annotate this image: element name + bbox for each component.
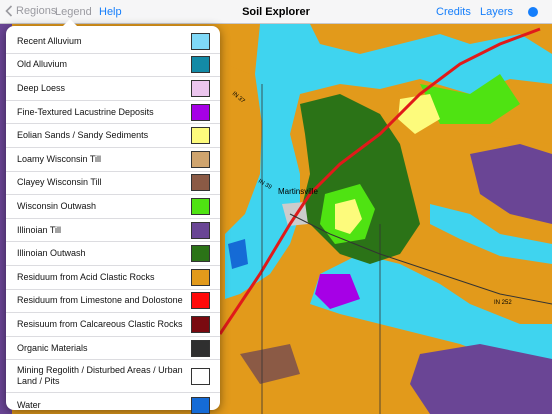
legend-item[interactable]: Illinoian Till [6, 219, 220, 243]
regions-label: Regions [16, 5, 57, 17]
legend-item-label: Water [17, 399, 41, 410]
legend-item-label: Deep Loess [17, 82, 66, 93]
layers-button[interactable]: Layers [480, 6, 513, 18]
legend-item-label: Old Alluvium [17, 59, 68, 70]
legend-item[interactable]: Loamy Wisconsin Till [6, 148, 220, 172]
help-button[interactable]: Help [99, 6, 122, 18]
legend-item-label: Mining Regolith / Disturbed Areas / Urba… [17, 365, 183, 387]
map-place-label: Martinsville [278, 187, 319, 196]
legend-item-label: Illinoian Till [17, 224, 62, 235]
legend-color-swatch [191, 127, 210, 145]
map-road-label: IN 252 [494, 300, 512, 306]
legend-item-label: Eolian Sands / Sandy Sediments [17, 130, 149, 141]
legend-color-swatch [191, 268, 210, 286]
legend-item-label: Residuum from Acid Clastic Rocks [17, 271, 155, 282]
credits-button[interactable]: Credits [436, 6, 471, 18]
legend-item-label: Recent Alluvium [17, 35, 82, 46]
legend-popover: Recent Alluvium Old Alluvium Deep Loess Fin… [6, 19, 220, 414]
legend-color-swatch [191, 245, 210, 263]
legend-button[interactable]: Legend [55, 6, 92, 18]
legend-color-swatch [191, 339, 210, 357]
legend-color-swatch [191, 367, 210, 385]
legend-item[interactable]: Residuum from Limestone and Dolostone [6, 290, 220, 314]
legend-item-label: Illinoian Outwash [17, 248, 86, 259]
legend-item-label: Organic Materials [17, 342, 88, 353]
legend-item[interactable]: Resisuum from Calcareous Clastic Rocks [6, 313, 220, 337]
legend-color-swatch [191, 56, 210, 74]
legend-item[interactable]: Eolian Sands / Sandy Sediments [6, 124, 220, 148]
regions-back-button[interactable]: Regions [5, 5, 56, 17]
navigation-bar: Regions Legend Help Soil Explorer Credit… [0, 0, 552, 24]
legend-color-swatch [191, 197, 210, 215]
legend-item-label: Wisconsin Outwash [17, 200, 97, 211]
legend-color-swatch [191, 150, 210, 168]
legend-item[interactable]: Deep Loess [6, 77, 220, 101]
legend-item[interactable]: Illinoian Outwash [6, 242, 220, 266]
legend-item[interactable]: Clayey Wisconsin Till [6, 172, 220, 196]
legend-color-swatch [191, 79, 210, 97]
legend-color-swatch [191, 396, 210, 414]
legend-item[interactable]: Wisconsin Outwash [6, 195, 220, 219]
legend-color-swatch [191, 32, 210, 50]
legend-item-label: Fine-Textured Lacustrine Deposits [17, 106, 154, 117]
legend-item[interactable]: Old Alluvium [6, 54, 220, 78]
legend-item[interactable]: Residuum from Acid Clastic Rocks [6, 266, 220, 290]
legend-item[interactable]: Organic Materials [6, 337, 220, 361]
legend-item[interactable]: Recent Alluvium [6, 30, 220, 54]
legend-color-swatch [191, 221, 210, 239]
legend-item-label: Loamy Wisconsin Till [17, 153, 102, 164]
legend-item-label: Residuum from Limestone and Dolostone [17, 295, 183, 306]
popover-arrow [62, 19, 78, 27]
chevron-left-icon [5, 5, 13, 17]
legend-item[interactable]: Mining Regolith / Disturbed Areas / Urba… [6, 360, 220, 394]
legend-color-swatch [191, 174, 210, 192]
legend-item-label: Clayey Wisconsin Till [17, 177, 102, 188]
legend-item[interactable]: Water [6, 393, 220, 414]
legend-color-swatch [191, 103, 210, 121]
legend-item-label: Resisuum from Calcareous Clastic Rocks [17, 318, 183, 329]
legend-item[interactable]: Fine-Textured Lacustrine Deposits [6, 101, 220, 125]
location-dot-icon[interactable] [528, 7, 538, 17]
legend-color-swatch [191, 315, 210, 333]
legend-list: Recent Alluvium Old Alluvium Deep Loess Fin… [6, 30, 220, 414]
legend-color-swatch [191, 292, 210, 310]
